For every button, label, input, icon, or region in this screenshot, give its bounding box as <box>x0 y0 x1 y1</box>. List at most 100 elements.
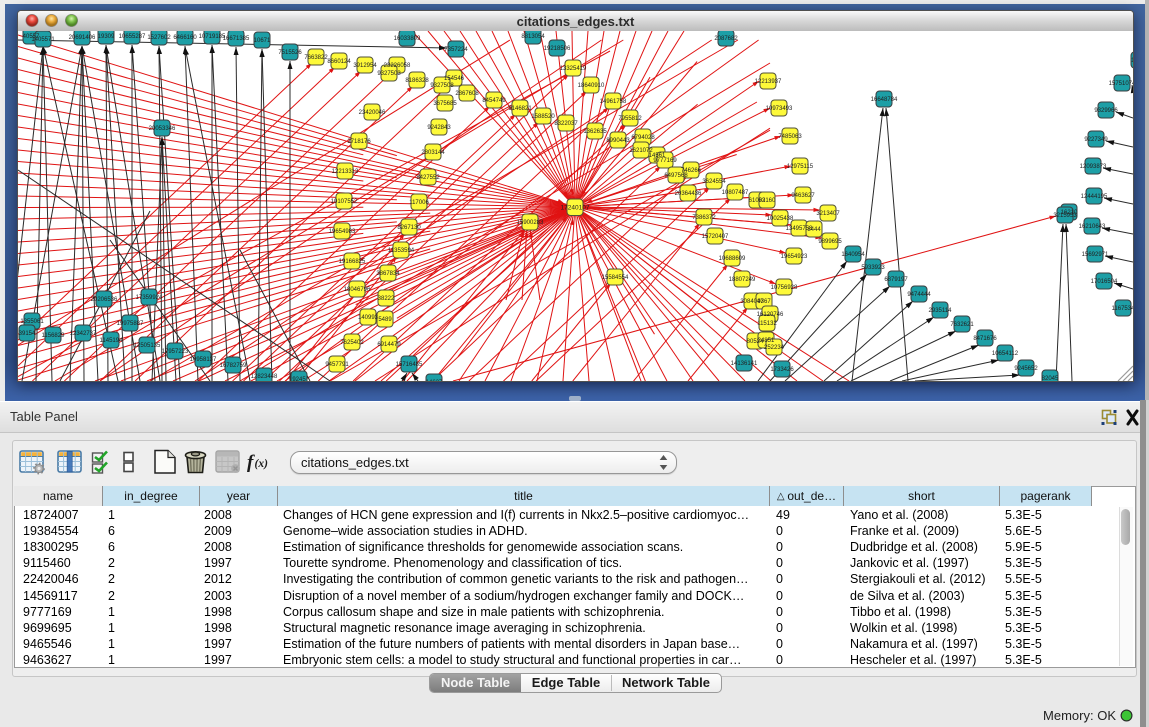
svg-text:10688609: 10688609 <box>719 256 746 262</box>
svg-text:7955812: 7955812 <box>618 116 642 122</box>
svg-text:8660124: 8660124 <box>327 59 351 65</box>
svg-text:9227349: 9227349 <box>1084 137 1108 143</box>
svg-text:15716485: 15716485 <box>396 362 423 368</box>
svg-text:17016504: 17016504 <box>1091 279 1118 285</box>
svg-text:9474444: 9474444 <box>907 292 931 298</box>
svg-text:16210643: 16210643 <box>1079 224 1106 230</box>
svg-text:9327503: 9327503 <box>377 71 401 77</box>
svg-text:1145194: 1145194 <box>100 338 124 344</box>
svg-text:13325419: 13325419 <box>560 66 587 72</box>
svg-text:20691406: 20691406 <box>69 35 96 41</box>
svg-text:12213937: 12213937 <box>755 79 782 85</box>
svg-text:9457791: 9457791 <box>325 362 349 368</box>
svg-text:1362635: 1362635 <box>583 129 607 135</box>
svg-text:7386372: 7386372 <box>692 215 716 221</box>
svg-text:14961758: 14961758 <box>600 99 627 105</box>
svg-text:9245652: 9245652 <box>1014 366 1038 372</box>
svg-text:1733426: 1733426 <box>770 367 794 373</box>
svg-text:3213407: 3213407 <box>816 211 840 217</box>
svg-text:92160: 92160 <box>759 198 776 204</box>
svg-text:1167534: 1167534 <box>1112 306 1133 312</box>
svg-text:38222: 38222 <box>378 296 395 302</box>
svg-text:11353594: 11353594 <box>388 248 415 254</box>
svg-text:1355061: 1355061 <box>20 319 44 325</box>
svg-text:10958137: 10958137 <box>190 357 217 363</box>
svg-text:3675685: 3675685 <box>433 101 457 107</box>
svg-text:6497568: 6497568 <box>664 173 688 179</box>
svg-text:8990443: 8990443 <box>606 138 630 144</box>
svg-text:115132: 115132 <box>757 321 777 327</box>
svg-text:17957223: 17957223 <box>162 349 189 355</box>
svg-text:12975115: 12975115 <box>787 164 814 170</box>
svg-text:18640910: 18640910 <box>578 83 605 89</box>
svg-text:24851: 24851 <box>758 338 775 344</box>
svg-text:16671385: 16671385 <box>223 36 250 42</box>
svg-text:16033809: 16033809 <box>394 36 421 42</box>
svg-text:20206536: 20206536 <box>91 297 118 303</box>
svg-text:8427552: 8427552 <box>416 175 440 181</box>
svg-text:15900283: 15900283 <box>517 220 544 226</box>
svg-text:8322037: 8322037 <box>554 121 578 127</box>
svg-text:9899695: 9899695 <box>818 239 842 245</box>
svg-text:7357224: 7357224 <box>444 47 468 53</box>
svg-text:2867608: 2867608 <box>455 91 479 97</box>
svg-text:1640954: 1640954 <box>841 252 865 258</box>
svg-text:10671: 10671 <box>254 38 271 44</box>
svg-text:16648784: 16648784 <box>871 97 898 103</box>
svg-text:5489: 5489 <box>378 317 392 323</box>
svg-text:9146821: 9146821 <box>508 106 532 112</box>
svg-text:252234: 252234 <box>764 345 785 351</box>
svg-text:19654923: 19654923 <box>781 254 808 260</box>
svg-text:1156829: 1156829 <box>42 333 66 339</box>
svg-text:10756928: 10756928 <box>771 285 798 291</box>
svg-text:15584554: 15584554 <box>602 275 629 281</box>
svg-text:19654983: 19654983 <box>329 229 356 235</box>
svg-text:10654112: 10654112 <box>992 351 1019 357</box>
svg-text:1588520: 1588520 <box>531 114 555 120</box>
svg-text:10807487: 10807487 <box>722 190 749 196</box>
svg-text:16120746: 16120746 <box>757 312 784 318</box>
svg-text:140993: 140993 <box>358 315 379 321</box>
svg-text:3624554: 3624554 <box>702 179 726 185</box>
svg-text:15692971: 15692971 <box>1082 252 1109 258</box>
svg-text:8267130: 8267130 <box>397 225 421 231</box>
svg-text:8471676: 8471676 <box>973 336 997 342</box>
svg-text:8444: 8444 <box>807 227 821 233</box>
svg-text:11123: 11123 <box>1131 58 1133 64</box>
svg-text:18046796: 18046796 <box>344 287 371 293</box>
svg-text:10025438: 10025438 <box>767 216 794 222</box>
svg-text:9777169: 9777169 <box>653 158 677 164</box>
svg-text:10655287: 10655287 <box>119 34 146 40</box>
svg-text:6794028: 6794028 <box>631 135 655 141</box>
svg-text:9327508: 9327508 <box>430 83 454 89</box>
svg-text:12505135: 12505135 <box>134 343 161 349</box>
svg-text:15720407: 15720407 <box>702 234 729 240</box>
svg-text:12342737: 12342737 <box>70 331 97 337</box>
svg-text:23420046: 23420046 <box>359 110 386 116</box>
svg-text:1405571: 1405571 <box>31 37 55 43</box>
svg-text:12213313: 12213313 <box>332 169 359 175</box>
svg-text:23226058: 23226058 <box>384 63 411 69</box>
svg-text:39154: 39154 <box>19 331 36 337</box>
svg-text:14627: 14627 <box>426 380 443 381</box>
svg-text:6914479: 6914479 <box>377 342 401 348</box>
svg-text:10107552: 10107552 <box>331 199 358 205</box>
svg-text:19975887: 19975887 <box>117 321 144 327</box>
svg-text:9245: 9245 <box>292 377 306 381</box>
svg-text:16782759: 16782759 <box>220 363 247 369</box>
svg-text:3215953: 3215953 <box>1053 213 1077 219</box>
svg-text:12444195: 12444195 <box>1081 194 1108 200</box>
svg-text:20364436: 20364436 <box>675 191 702 197</box>
svg-text:7485063: 7485063 <box>778 134 802 140</box>
svg-text:9463627: 9463627 <box>791 193 815 199</box>
svg-text:17240107: 17240107 <box>561 205 590 212</box>
svg-text:19166825: 19166825 <box>339 259 366 265</box>
svg-text:6466160: 6466160 <box>173 35 197 41</box>
svg-text:3912954: 3912954 <box>353 63 377 69</box>
svg-text:8813054: 8813054 <box>521 34 545 40</box>
svg-text:6879197: 6879197 <box>884 277 908 283</box>
svg-text:18807249: 18807249 <box>729 277 756 283</box>
svg-text:9367: 9367 <box>757 299 771 305</box>
svg-text:3867834: 3867834 <box>376 271 400 277</box>
svg-text:1527602: 1527602 <box>147 35 171 41</box>
